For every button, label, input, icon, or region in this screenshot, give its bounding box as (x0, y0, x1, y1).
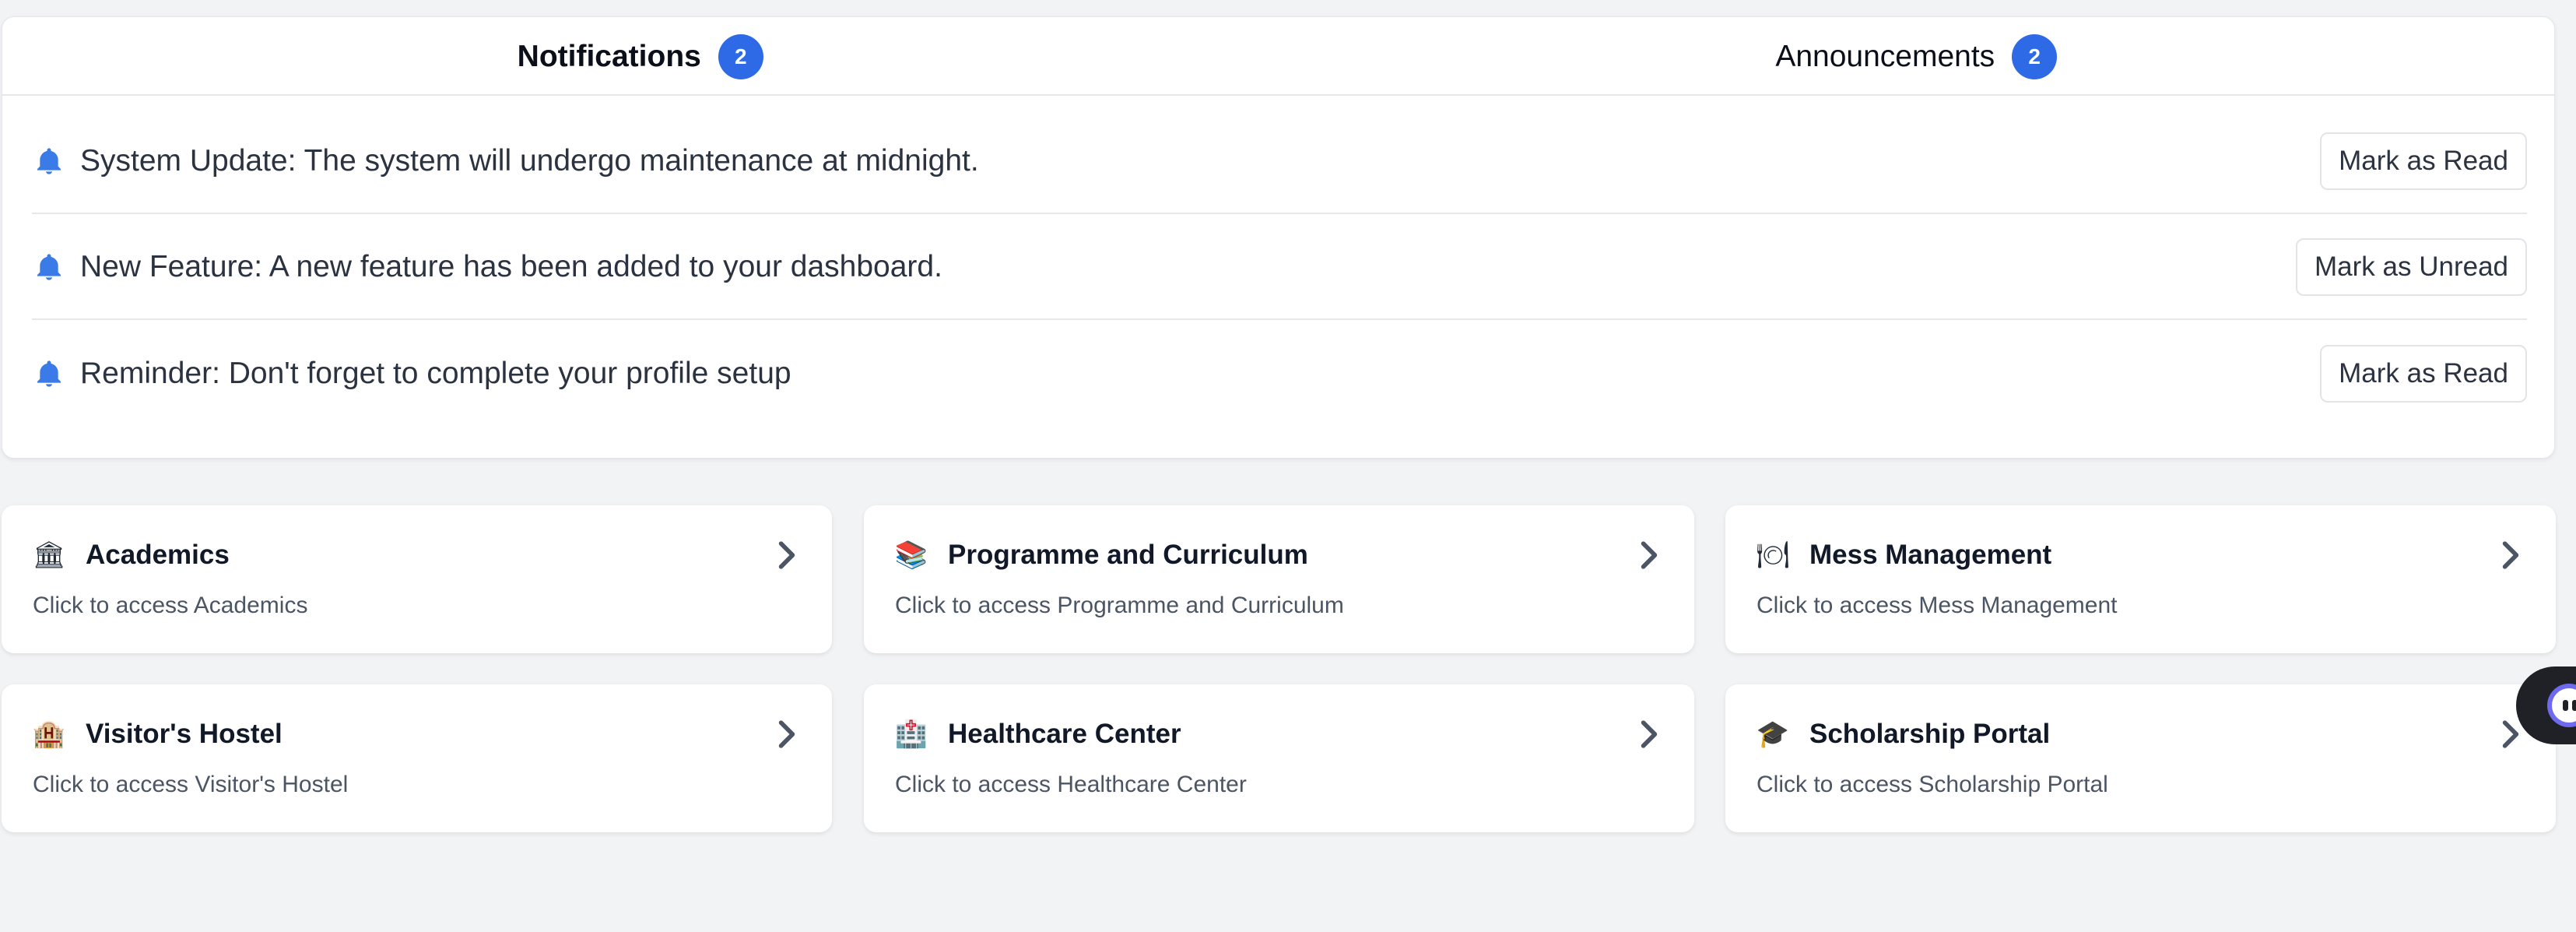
module-title: Healthcare Center (948, 719, 1181, 749)
dashboard: Notifications 2 Announcements 2 System U… (0, 0, 2576, 932)
plate-cutlery-icon: 🍽 (1756, 540, 1790, 570)
notifications-count-badge: 2 (718, 33, 763, 79)
notification-text: Reminder: Don't forget to complete your … (80, 356, 791, 390)
chevron-right-icon (773, 538, 801, 572)
chevron-right-icon (773, 717, 801, 751)
bell-icon (32, 144, 66, 178)
hotel-icon: 🏨 (32, 719, 66, 749)
tab-announcements-label: Announcements (1775, 39, 1995, 73)
module-title: Mess Management (1809, 540, 2052, 570)
graduation-cap-icon: 🎓 (1756, 719, 1790, 749)
module-subtitle: Click to access Visitor's Hostel (33, 772, 349, 797)
medical-building-icon: 🏥 (894, 719, 928, 749)
mark-as-read-button[interactable]: Mark as Read (2320, 344, 2527, 403)
chevron-right-icon (1635, 538, 1663, 572)
classical-building-icon: 🏛 (32, 540, 66, 570)
module-card-visitors-hostel[interactable]: 🏨 Visitor's Hostel Click to access Visit… (2, 684, 832, 832)
module-title: Scholarship Portal (1809, 719, 2051, 749)
module-card-programme-curriculum[interactable]: 📚 Programme and Curriculum Click to acce… (864, 505, 1694, 653)
notification-text: New Feature: A new feature has been adde… (80, 249, 942, 283)
module-card-mess-management[interactable]: 🍽 Mess Management Click to access Mess M… (1725, 505, 2556, 653)
notification-item: New Feature: A new feature has been adde… (32, 215, 2527, 320)
module-subtitle: Click to access Scholarship Portal (1757, 772, 2108, 797)
module-subtitle: Click to access Healthcare Center (895, 772, 1247, 797)
notifications-panel: Notifications 2 Announcements 2 System U… (2, 16, 2555, 459)
module-subtitle: Click to access Mess Management (1757, 593, 2118, 618)
mark-as-read-button[interactable]: Mark as Read (2320, 132, 2527, 190)
module-card-healthcare-center[interactable]: 🏥 Healthcare Center Click to access Heal… (864, 684, 1694, 832)
bell-icon (32, 357, 66, 391)
bell-icon (32, 250, 66, 284)
module-subtitle: Click to access Programme and Curriculum (895, 593, 1344, 618)
module-title: Programme and Curriculum (948, 540, 1308, 570)
notification-item: System Update: The system will undergo m… (32, 109, 2527, 214)
tab-notifications-label: Notifications (517, 39, 701, 73)
module-card-scholarship-portal[interactable]: 🎓 Scholarship Portal Click to access Sch… (1725, 684, 2556, 832)
panel-tabs: Notifications 2 Announcements 2 (2, 17, 2554, 96)
announcements-count-badge: 2 (2012, 33, 2058, 79)
tab-announcements[interactable]: Announcements 2 (1279, 17, 2555, 96)
notification-text: System Update: The system will undergo m… (80, 143, 979, 178)
notification-item: Reminder: Don't forget to complete your … (32, 321, 2527, 426)
module-card-academics[interactable]: 🏛 Academics Click to access Academics (2, 505, 832, 653)
books-icon: 📚 (894, 540, 928, 570)
module-subtitle: Click to access Academics (33, 593, 308, 618)
module-title: Visitor's Hostel (86, 719, 283, 749)
chevron-right-icon (2497, 538, 2525, 572)
mark-as-unread-button[interactable]: Mark as Unread (2296, 237, 2527, 296)
chevron-right-icon (1635, 717, 1663, 751)
module-title: Academics (86, 540, 230, 570)
tab-notifications[interactable]: Notifications 2 (2, 17, 1279, 96)
